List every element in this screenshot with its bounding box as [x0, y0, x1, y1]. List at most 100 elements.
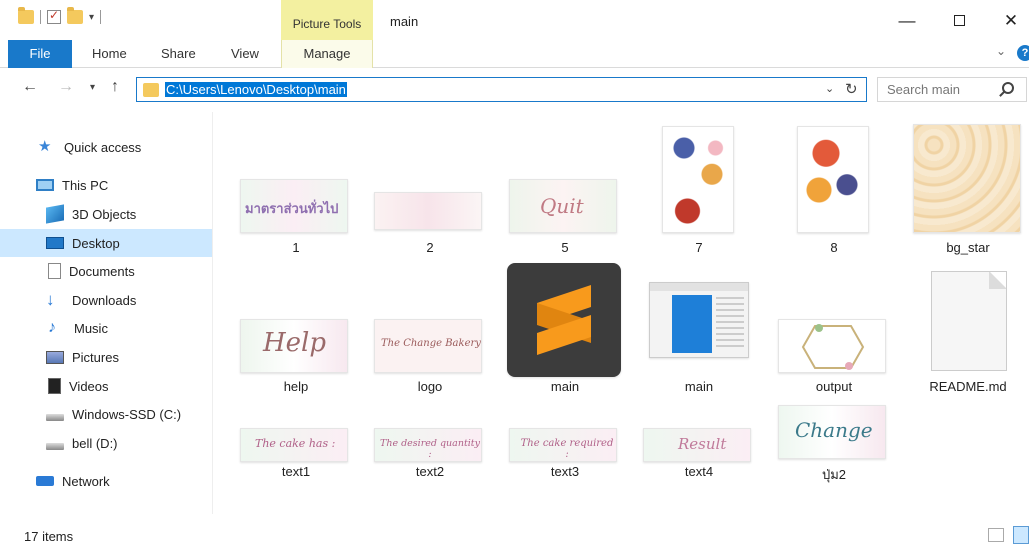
details-view-icon[interactable]: [988, 528, 1004, 542]
file-item[interactable]: The cake has : text1: [231, 400, 361, 486]
sidebar-item-network[interactable]: Network: [0, 467, 212, 495]
file-item[interactable]: The Change Bakery logo: [365, 262, 495, 400]
sidebar-item-documents[interactable]: Documents: [0, 257, 212, 285]
file-item[interactable]: 7: [634, 112, 764, 262]
properties-icon[interactable]: [47, 8, 61, 24]
sidebar-item-3d-objects[interactable]: 3D Objects: [0, 200, 212, 228]
file-item[interactable]: Quit 5: [500, 112, 630, 262]
window-preview-titlebar: [650, 283, 748, 291]
title-bar: ▾ Picture Tools main — ✕: [0, 0, 1029, 40]
network-icon: [36, 476, 54, 486]
sidebar-item-pictures[interactable]: Pictures: [0, 343, 212, 371]
file-name: 1: [292, 240, 300, 255]
sidebar-item-windows-ssd[interactable]: Windows-SSD (C:): [0, 400, 212, 428]
file-item[interactable]: The desired quantity : text2: [365, 400, 495, 486]
sidebar-item-videos[interactable]: Videos: [0, 372, 212, 400]
back-arrow-icon[interactable]: ←: [22, 78, 38, 96]
new-folder-icon[interactable]: [67, 7, 83, 24]
file-item[interactable]: Change ปุ่ม2: [769, 400, 899, 486]
file-name: help: [283, 379, 309, 394]
desktop-icon: [46, 237, 64, 249]
tab-home[interactable]: Home: [92, 40, 127, 68]
tab-manage[interactable]: Manage: [281, 40, 373, 68]
sidebar-item-label: Documents: [69, 263, 135, 279]
file-item[interactable]: Result text4: [634, 400, 764, 486]
customize-toolbar-chevron-icon[interactable]: ▾: [89, 12, 94, 23]
file-thumbnail: The cake required :: [509, 428, 617, 462]
toolbar-divider: [100, 10, 102, 24]
file-name: text4: [684, 464, 714, 479]
thumbnail-text: The desired quantity :: [379, 438, 480, 460]
download-arrow-icon: ↓: [46, 290, 55, 309]
ribbon-tab-bar: File Home Share View Manage ⌄ ?: [0, 40, 1029, 68]
file-item[interactable]: README.md: [903, 262, 1029, 400]
file-thumbnail: [797, 126, 869, 233]
recent-locations-chevron-icon[interactable]: ▾: [90, 82, 95, 93]
file-thumbnail: Result: [643, 428, 751, 462]
large-icons-view-icon[interactable]: [1013, 526, 1029, 544]
file-name: README.md: [929, 379, 1007, 394]
refresh-icon[interactable]: ↻: [845, 80, 858, 98]
file-item[interactable]: 8: [769, 112, 899, 262]
file-list: มาตราส่วนทั่วไป 1 2 Quit 5 7 8 bg_star H…: [214, 112, 1029, 514]
file-name: 5: [561, 240, 569, 255]
file-name: output: [815, 379, 853, 394]
music-note-icon: ♪: [48, 319, 56, 336]
folder-icon: [18, 7, 34, 24]
sidebar-item-desktop[interactable]: Desktop: [0, 229, 212, 257]
page-fold-icon: [989, 272, 1006, 289]
help-icon[interactable]: ?: [1017, 45, 1029, 61]
address-path[interactable]: C:\Users\Lenovo\Desktop\main: [165, 82, 347, 97]
tab-view[interactable]: View: [231, 40, 259, 68]
sidebar-item-label: Videos: [69, 378, 109, 394]
sidebar-item-bell-d[interactable]: bell (D:): [0, 429, 212, 457]
file-name: 8: [830, 240, 838, 255]
address-history-chevron-icon[interactable]: ⌄: [825, 82, 834, 95]
thumbnail-text: The cake has :: [255, 437, 336, 450]
search-icon[interactable]: [1002, 82, 1014, 94]
file-thumbnail: The Change Bakery: [374, 319, 482, 373]
search-input[interactable]: Search main: [887, 82, 960, 97]
tab-file[interactable]: File: [8, 40, 72, 68]
status-bar: 17 items: [0, 524, 1029, 548]
address-bar[interactable]: C:\Users\Lenovo\Desktop\main ⌄ ↻: [136, 77, 867, 102]
forward-arrow-icon[interactable]: →: [58, 78, 74, 96]
sidebar-item-quick-access[interactable]: ★ Quick access: [0, 133, 212, 161]
file-item[interactable]: มาตราส่วนทั่วไป 1: [231, 112, 361, 262]
maximize-button[interactable]: [936, 8, 982, 36]
search-box[interactable]: Search main: [877, 77, 1027, 102]
toolbar-divider: [40, 10, 41, 24]
file-thumbnail: มาตราส่วนทั่วไป: [240, 179, 348, 233]
sidebar-item-label: 3D Objects: [72, 206, 137, 222]
picture-tools-context-label: Picture Tools: [281, 0, 373, 40]
file-item[interactable]: bg_star: [903, 112, 1029, 262]
close-button[interactable]: ✕: [988, 8, 1029, 36]
thumbnail-text: The Change Bakery: [381, 338, 481, 349]
sidebar-item-this-pc[interactable]: This PC: [0, 171, 212, 199]
file-thumbnail: Help: [240, 319, 348, 373]
document-icon: [48, 263, 61, 279]
thumbnail-text: Change: [795, 418, 873, 442]
file-item[interactable]: main: [634, 262, 764, 400]
file-item[interactable]: 2: [365, 112, 495, 262]
file-thumbnail: [662, 126, 734, 233]
picture-icon: [46, 350, 64, 364]
tab-share[interactable]: Share: [161, 40, 196, 68]
file-name: main: [550, 379, 580, 394]
file-item[interactable]: output: [769, 262, 899, 400]
drive-icon: [46, 442, 64, 450]
file-item[interactable]: The cake required : text3: [500, 400, 630, 486]
sidebar-item-label: This PC: [62, 177, 109, 193]
thumbnail-text: มาตราส่วนทั่วไป: [245, 202, 339, 217]
sidebar-item-downloads[interactable]: ↓ Downloads: [0, 286, 212, 314]
thumbnail-text: Quit: [540, 194, 584, 218]
sidebar-item-label: Desktop: [72, 235, 120, 251]
up-arrow-icon[interactable]: ↑: [111, 78, 119, 96]
sidebar-item-music[interactable]: ♪ Music: [0, 314, 212, 342]
file-name: logo: [417, 379, 443, 394]
sidebar-item-label: Network: [62, 473, 110, 489]
expand-ribbon-chevron-icon[interactable]: ⌄: [996, 44, 1006, 58]
file-item[interactable]: Help help: [231, 262, 361, 400]
file-item[interactable]: main: [500, 262, 630, 400]
minimize-button[interactable]: —: [884, 8, 930, 36]
